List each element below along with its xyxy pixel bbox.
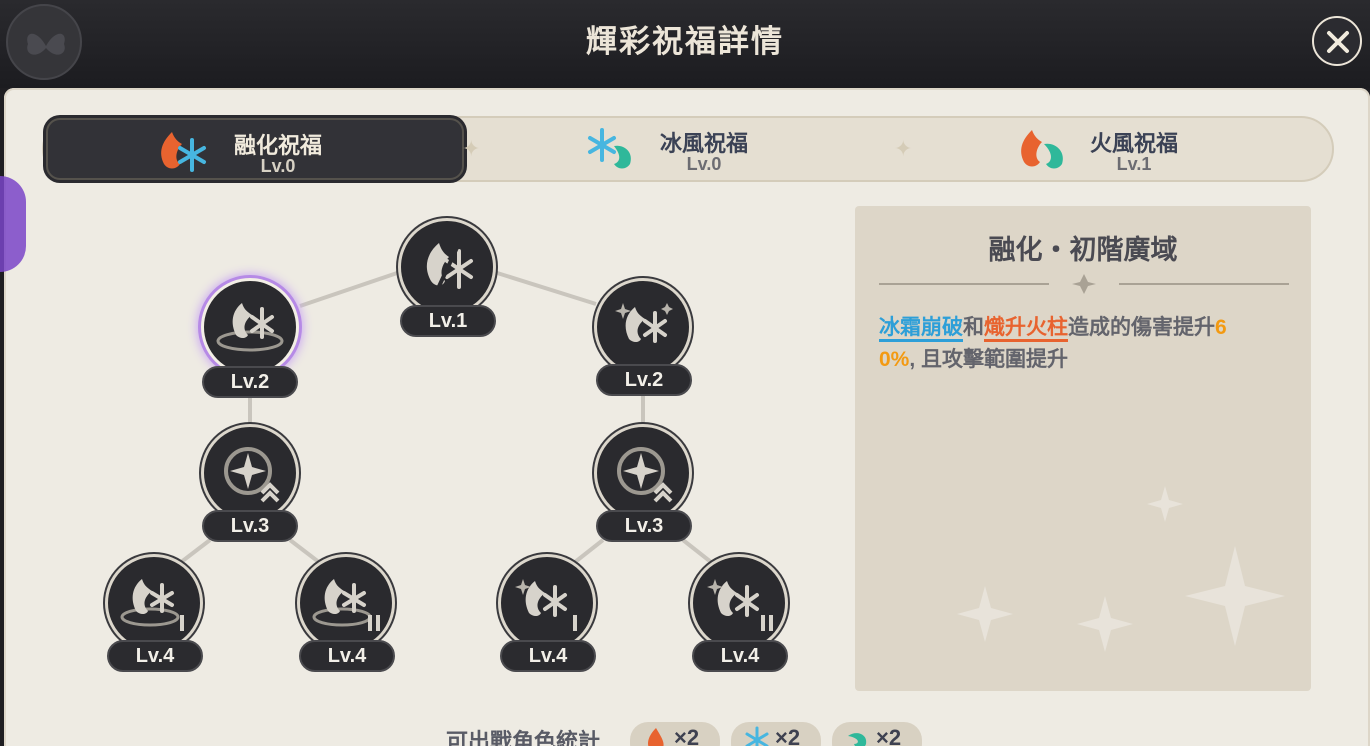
melt-blessing-icon — [426, 238, 473, 296]
ice-icon — [745, 726, 769, 746]
level-badge: Lv.1 — [400, 305, 496, 337]
talent-node-lv1[interactable] — [398, 218, 496, 316]
wind-count: ×2 — [876, 725, 902, 746]
talent-title: 融化・初階廣域 — [988, 235, 1178, 265]
star-upgrade-icon — [224, 447, 280, 503]
fire-wind-icon — [1021, 130, 1063, 169]
ice-count-badge: ×2 — [731, 722, 821, 746]
keyword-fire-pillar[interactable]: 熾升火柱 — [984, 316, 1068, 342]
talent-description: 冰霜崩破和熾升火柱造成的傷害提升6 0%, 且攻擊範圍提升 — [879, 316, 1227, 371]
talent-node-lv4-a[interactable] — [105, 554, 203, 652]
talent-node-right-lv2[interactable] — [594, 278, 692, 376]
talent-node-lv4-c[interactable] — [498, 554, 596, 652]
star-upgrade-icon — [617, 447, 673, 503]
level-badge: Lv.3 — [202, 510, 298, 542]
level-badge: Lv.4 — [692, 640, 788, 672]
melt-sparkle-icon — [615, 303, 673, 343]
talent-node-left-lv2[interactable] — [201, 278, 299, 376]
decorative-sparkles — [957, 486, 1285, 652]
wind-icon — [848, 733, 867, 746]
tab-fire-wind-blessing[interactable]: 火風祝福 Lv.1 — [944, 118, 1324, 180]
melt-area-2-icon — [312, 579, 380, 631]
close-icon — [1327, 31, 1349, 53]
ornament-divider — [879, 274, 1289, 294]
fire-icon — [648, 728, 664, 746]
level-badge: Lv.4 — [107, 640, 203, 672]
team-stats-label: 可出戰角色統計 — [446, 729, 601, 746]
keyword-ice-burst[interactable]: 冰霜崩破 — [879, 316, 963, 342]
level-badge: Lv.4 — [299, 640, 395, 672]
talent-node-left-lv3[interactable] — [201, 424, 299, 522]
fire-count: ×2 — [674, 725, 700, 746]
melt-sparkle-2-icon — [707, 579, 773, 631]
tab-level: Lv.1 — [1116, 154, 1152, 174]
talent-node-lv4-d[interactable] — [690, 554, 788, 652]
melt-sparkle-1-icon — [515, 579, 577, 631]
level-badge: Lv.2 — [596, 364, 692, 396]
team-stats-bar: 可出戰角色統計 ×2 ×2 ×2 — [0, 712, 1370, 746]
talent-detail-panel: 融化・初階廣域 冰霜崩破和熾升火柱造成的傷害提升6 0%, 且攻擊範圍提升 — [855, 206, 1311, 691]
level-badge: Lv.2 — [202, 366, 298, 398]
sparkle-icon: ✦ — [894, 136, 913, 161]
close-button[interactable] — [1312, 16, 1362, 66]
level-badge: Lv.4 — [500, 640, 596, 672]
talent-node-lv4-b[interactable] — [297, 554, 395, 652]
fire-count-badge: ×2 — [630, 722, 720, 746]
melt-area-1-icon — [120, 579, 184, 631]
highlight-number: 6 — [1215, 316, 1227, 339]
talent-node-right-lv3[interactable] — [594, 424, 692, 522]
wind-count-badge: ×2 — [832, 722, 922, 746]
melt-area-icon — [216, 303, 284, 352]
level-badge: Lv.3 — [596, 510, 692, 542]
highlight-number: 0% — [879, 348, 910, 371]
ice-count: ×2 — [775, 725, 801, 746]
